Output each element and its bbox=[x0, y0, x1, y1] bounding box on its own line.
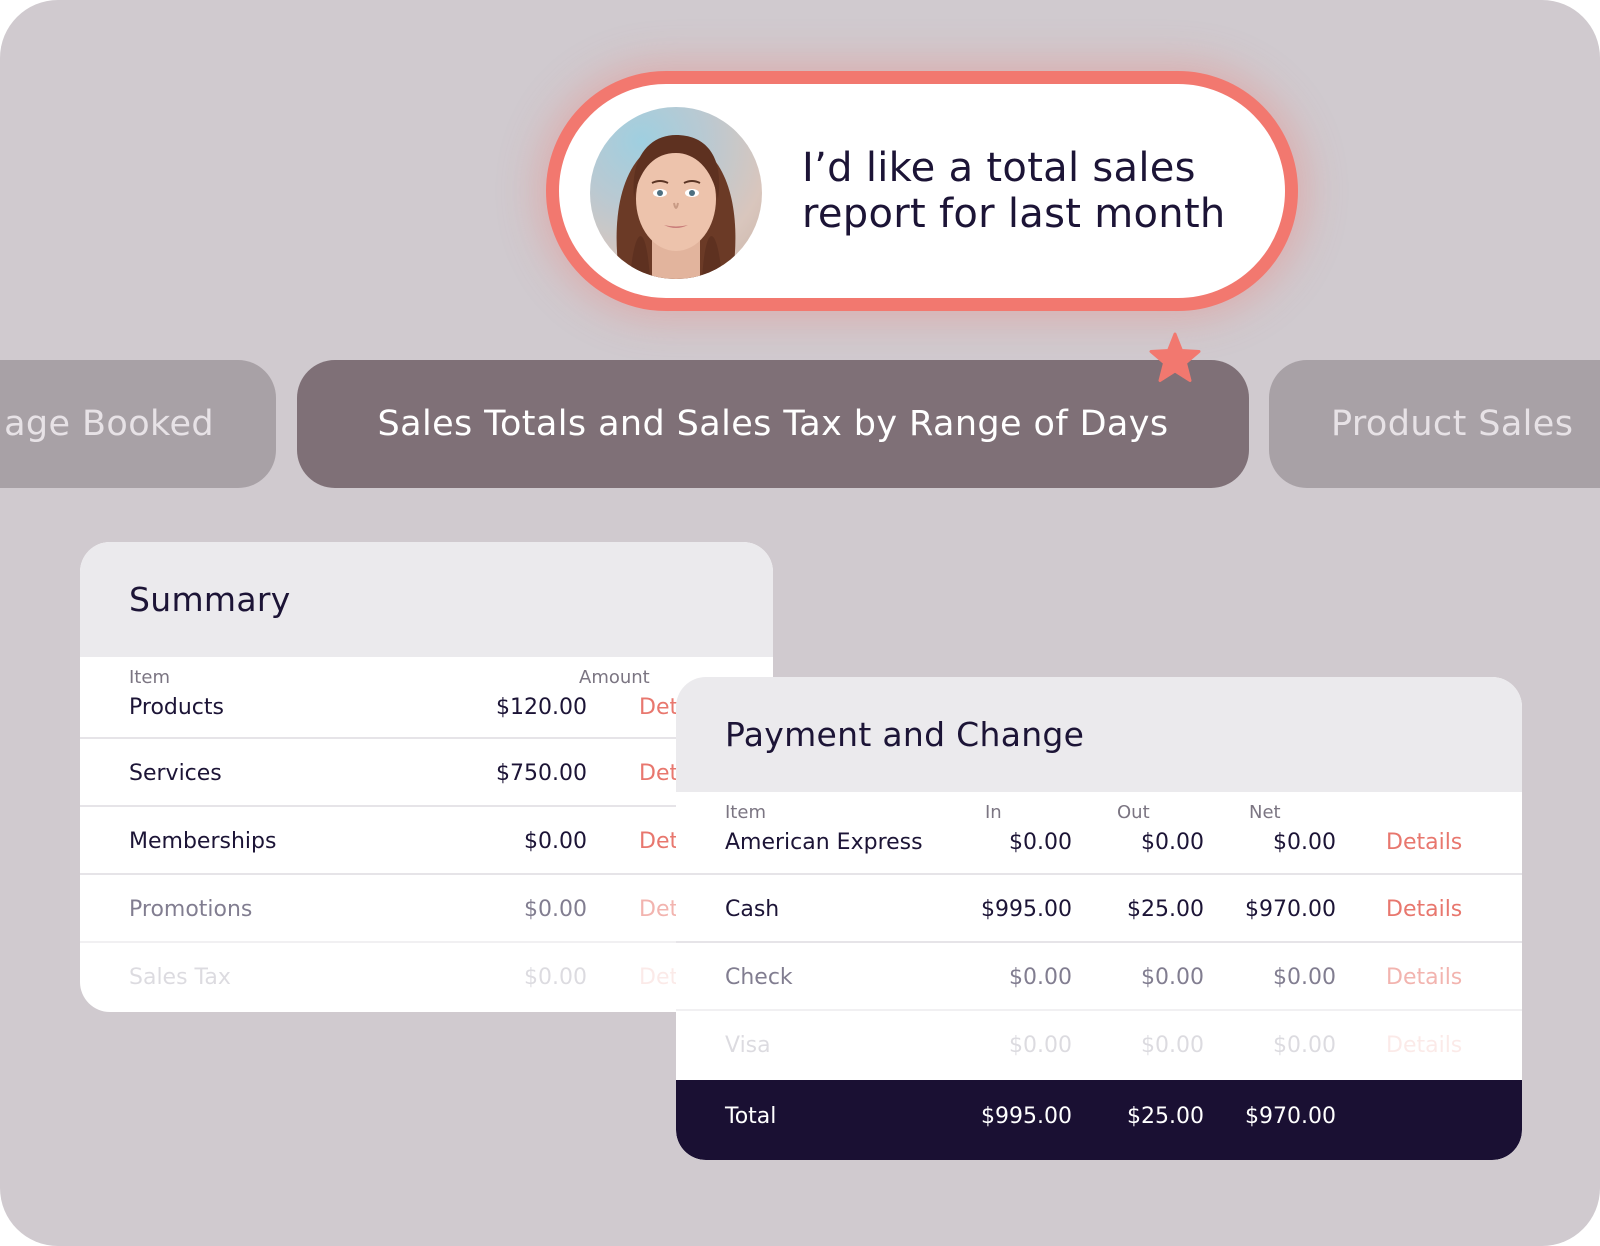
row-in: $0.00 bbox=[1009, 965, 1072, 990]
details-link[interactable]: Det bbox=[639, 829, 678, 854]
row-item: Check bbox=[725, 965, 793, 990]
table-row: Visa $0.00 $0.00 $0.00 Details bbox=[676, 1011, 1522, 1079]
table-row: Item In Out Net American Express $0.00 $… bbox=[676, 792, 1522, 875]
details-link[interactable]: Details bbox=[1386, 1033, 1462, 1058]
row-amount: $0.00 bbox=[524, 829, 587, 854]
row-amount: $750.00 bbox=[496, 761, 587, 786]
total-label: Total bbox=[725, 1104, 777, 1129]
details-link[interactable]: Details bbox=[1386, 897, 1462, 922]
summary-title: Summary bbox=[129, 580, 291, 619]
row-out: $0.00 bbox=[1141, 830, 1204, 855]
details-link[interactable]: Det bbox=[639, 965, 678, 990]
table-row: Promotions $0.00 Det bbox=[80, 875, 773, 943]
details-link[interactable]: Details bbox=[1386, 830, 1462, 855]
row-amount: $0.00 bbox=[524, 965, 587, 990]
details-link[interactable]: Details bbox=[1386, 965, 1462, 990]
report-chip-left[interactable]: age Booked bbox=[0, 360, 276, 488]
bubble-line-1: I’d like a total sales bbox=[802, 145, 1196, 191]
row-net: $0.00 bbox=[1273, 830, 1336, 855]
column-header-item: Item bbox=[725, 802, 766, 823]
bubble-message: I’d like a total sales report for last m… bbox=[802, 145, 1272, 237]
table-row: Check $0.00 $0.00 $0.00 Details bbox=[676, 943, 1522, 1011]
total-row: Total $995.00 $25.00 $970.00 bbox=[676, 1080, 1522, 1160]
row-out: $0.00 bbox=[1141, 965, 1204, 990]
total-in: $995.00 bbox=[981, 1104, 1072, 1129]
details-link[interactable]: Det bbox=[639, 695, 678, 720]
row-item: Products bbox=[129, 695, 224, 720]
column-header-amount: Amount bbox=[579, 667, 650, 688]
table-row: Memberships $0.00 Det bbox=[80, 807, 773, 875]
report-chip-right[interactable]: Product Sales bbox=[1269, 360, 1600, 488]
row-net: $0.00 bbox=[1273, 1033, 1336, 1058]
star-icon bbox=[1149, 332, 1201, 382]
summary-header: Summary bbox=[80, 542, 773, 657]
column-header-out: Out bbox=[1117, 802, 1150, 823]
bubble-line-2: report for last month bbox=[802, 191, 1226, 237]
row-item: Promotions bbox=[129, 897, 253, 922]
row-item: Visa bbox=[725, 1033, 771, 1058]
row-net: $0.00 bbox=[1273, 965, 1336, 990]
payment-card: Payment and Change Item In Out Net Ameri… bbox=[676, 677, 1522, 1160]
total-out: $25.00 bbox=[1127, 1104, 1204, 1129]
table-row: Item Amount Products $120.00 Det bbox=[80, 657, 773, 739]
row-in: $0.00 bbox=[1009, 830, 1072, 855]
chat-bubble: I’d like a total sales report for last m… bbox=[546, 71, 1298, 311]
row-amount: $120.00 bbox=[496, 695, 587, 720]
row-in: $995.00 bbox=[981, 897, 1072, 922]
row-net: $970.00 bbox=[1245, 897, 1336, 922]
table-row: Cash $995.00 $25.00 $970.00 Details bbox=[676, 875, 1522, 943]
report-chip-right-label: Product Sales bbox=[1331, 404, 1574, 444]
column-header-item: Item bbox=[129, 667, 170, 688]
row-item: Services bbox=[129, 761, 222, 786]
row-item: Sales Tax bbox=[129, 965, 231, 990]
table-row: Sales Tax $0.00 Det bbox=[80, 943, 773, 1011]
total-net: $970.00 bbox=[1245, 1104, 1336, 1129]
column-header-net: Net bbox=[1249, 802, 1281, 823]
summary-card: Summary Item Amount Products $120.00 Det… bbox=[80, 542, 773, 1012]
row-item: Memberships bbox=[129, 829, 277, 854]
details-link[interactable]: Det bbox=[639, 761, 678, 786]
report-chip-active[interactable]: Sales Totals and Sales Tax by Range of D… bbox=[297, 360, 1249, 488]
row-in: $0.00 bbox=[1009, 1033, 1072, 1058]
payment-title: Payment and Change bbox=[725, 715, 1085, 754]
avatar bbox=[590, 107, 762, 279]
report-chip-left-label: age Booked bbox=[4, 404, 214, 444]
report-chip-active-label: Sales Totals and Sales Tax by Range of D… bbox=[377, 404, 1169, 444]
row-out: $0.00 bbox=[1141, 1033, 1204, 1058]
row-item: American Express bbox=[725, 830, 923, 855]
avatar-portrait bbox=[616, 135, 736, 279]
row-out: $25.00 bbox=[1127, 897, 1204, 922]
canvas: I’d like a total sales report for last m… bbox=[0, 0, 1600, 1246]
row-amount: $0.00 bbox=[524, 897, 587, 922]
details-link[interactable]: Det bbox=[639, 897, 678, 922]
payment-header: Payment and Change bbox=[676, 677, 1522, 792]
column-header-in: In bbox=[985, 802, 1002, 823]
row-item: Cash bbox=[725, 897, 780, 922]
table-row: Services $750.00 Det bbox=[80, 739, 773, 807]
